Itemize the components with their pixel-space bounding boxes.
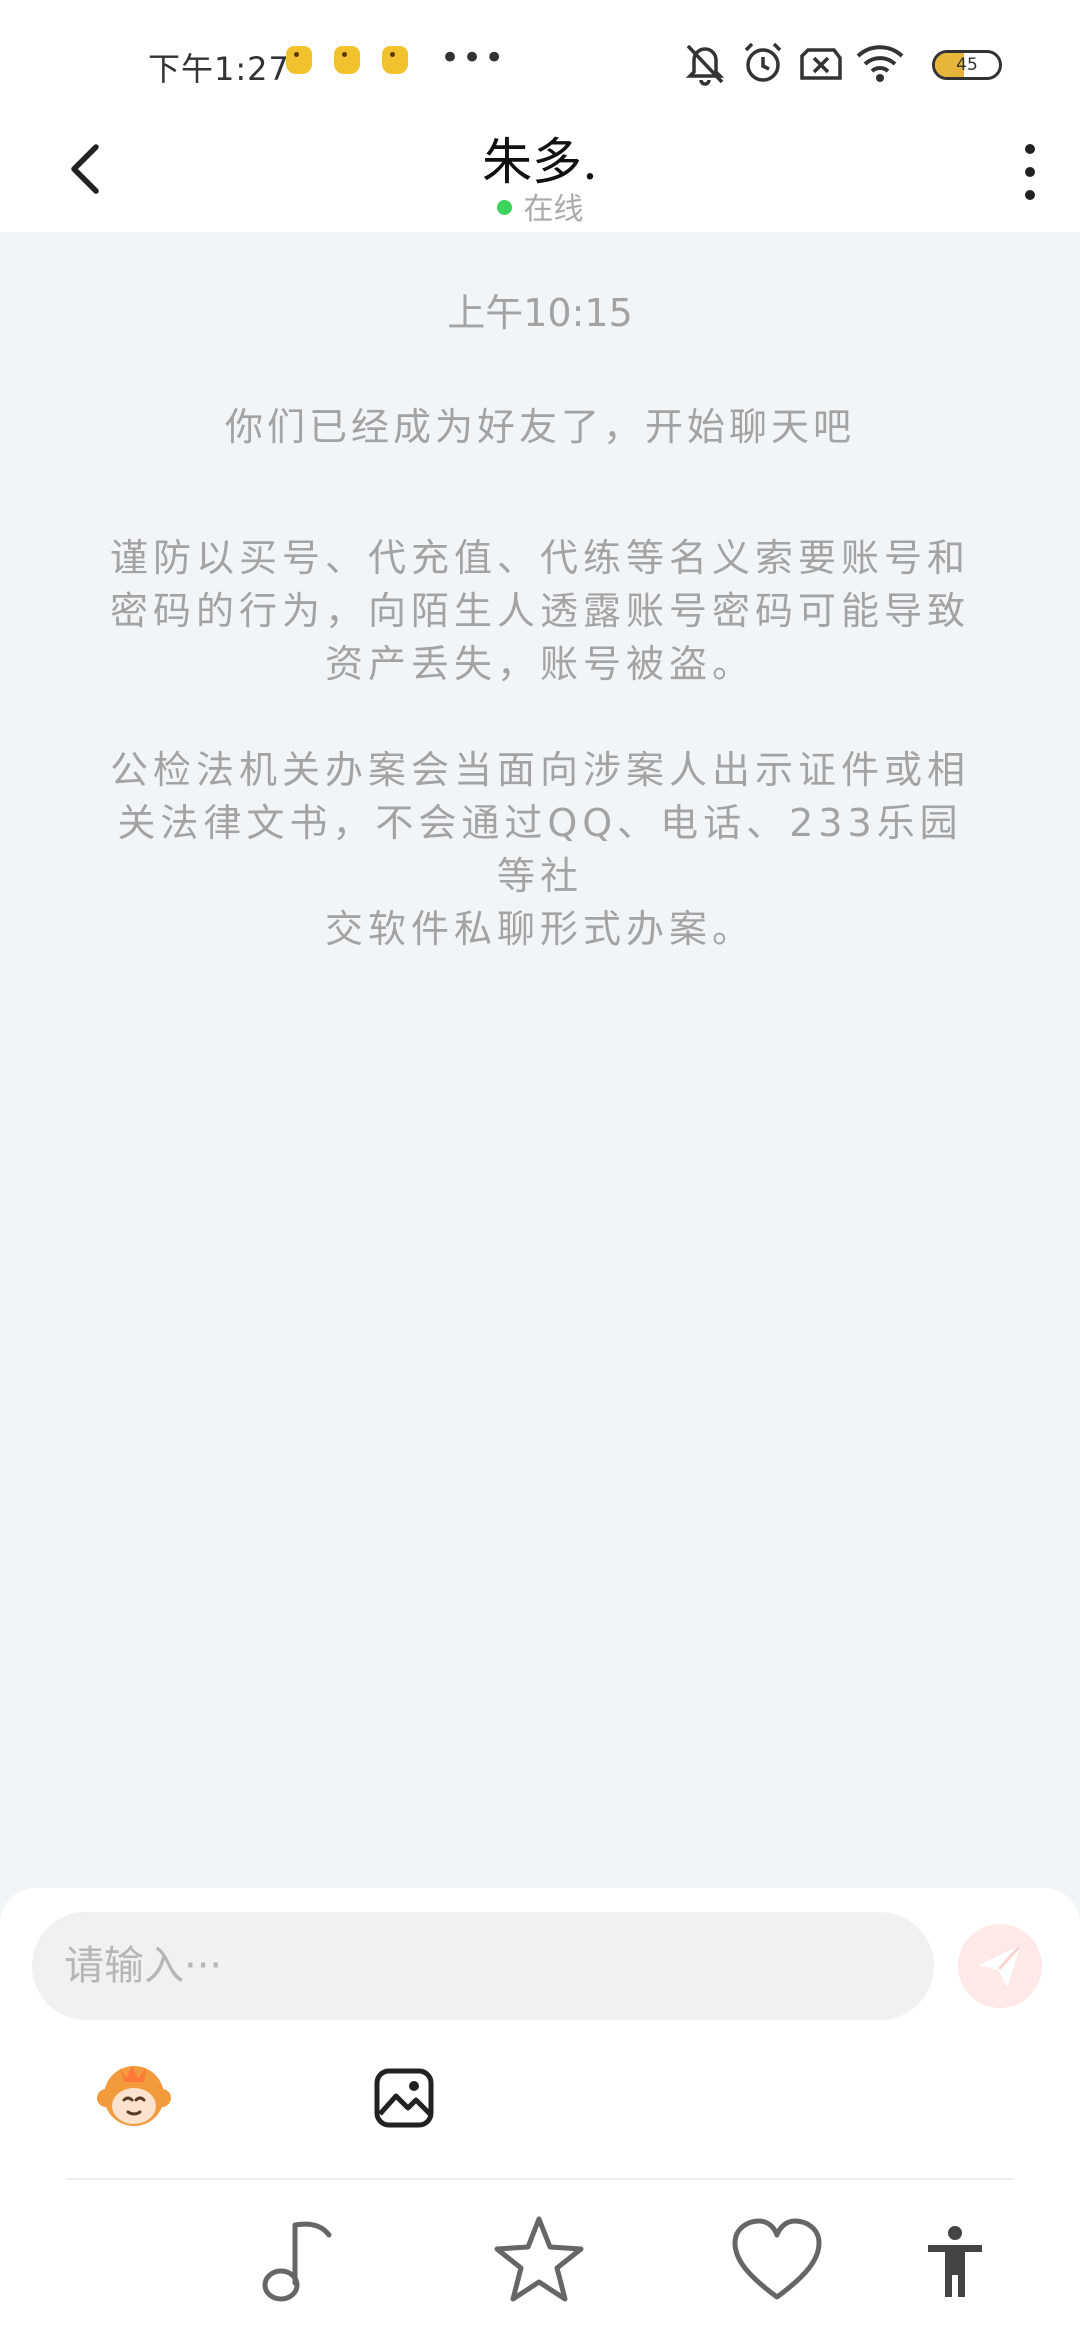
- alarm-icon: [744, 42, 782, 82]
- image-picker-button[interactable]: [364, 2058, 444, 2138]
- warning-line: 公检法机关办案会当面向涉案人出示证件或相: [109, 748, 970, 792]
- like-heart-button[interactable]: [722, 2206, 832, 2316]
- dnd-bell-off-icon: [685, 44, 725, 86]
- wifi-icon: [856, 45, 904, 82]
- status-time: 下午1:27: [148, 50, 290, 88]
- warning-line: 谨防以买号、代充值、代练等名义索要账号和: [109, 536, 970, 580]
- more-dot: [1025, 144, 1035, 154]
- star-icon: [494, 2216, 584, 2302]
- more-dot: [1025, 167, 1035, 177]
- send-button[interactable]: [958, 1924, 1042, 2008]
- music-button[interactable]: [244, 2206, 354, 2316]
- online-status-label: 在线: [523, 192, 584, 227]
- battery-level: 45: [956, 55, 978, 75]
- online-status: 在线: [0, 184, 1080, 228]
- monkey-face-icon: [97, 2066, 171, 2126]
- sim-x-icon: [800, 48, 842, 80]
- image-icon: [374, 2068, 434, 2128]
- status-bar: 下午1:27 ••• 45: [0, 0, 1080, 120]
- message-timestamp: 上午10:15: [447, 291, 633, 335]
- system-status-icons: 45: [680, 38, 1080, 88]
- accessibility-person-icon: [928, 2226, 982, 2297]
- warning-line: 交软件私聊形式办案。: [324, 907, 755, 951]
- notification-emoji-icon: [382, 46, 408, 74]
- input-panel: [0, 1888, 1080, 2340]
- music-note-icon: [262, 2221, 332, 2302]
- more-notifications-icon: •••: [440, 38, 507, 78]
- warning-line: 资产丢失，账号被盗。: [324, 642, 755, 686]
- warning-line: 关法律文书，不会通过QQ、电话、233乐园等社: [117, 801, 963, 898]
- paper-plane-icon: [980, 1945, 1021, 1986]
- emoji-sticker-button[interactable]: [94, 2058, 174, 2138]
- friend-added-notice: 你们已经成为好友了，开始聊天吧: [224, 405, 855, 449]
- favorite-star-button[interactable]: [484, 2206, 594, 2316]
- panel-divider: [66, 2178, 1014, 2180]
- chat-header: 朱多. 在线: [0, 120, 1080, 232]
- more-dot: [1025, 190, 1035, 200]
- more-options-button[interactable]: [1010, 140, 1050, 204]
- warning-line: 密码的行为，向陌生人透露账号密码可能导致: [109, 589, 970, 633]
- notification-emoji-icon: [334, 46, 360, 74]
- police-fraud-warning: 公检法机关办案会当面向涉案人出示证件或相 关法律文书，不会通过QQ、电话、233…: [96, 744, 984, 956]
- heart-icon: [732, 2218, 822, 2300]
- accessibility-button[interactable]: [900, 2206, 1010, 2316]
- online-dot-icon: [496, 200, 512, 215]
- notification-emoji-icon: [286, 46, 312, 74]
- account-safety-warning: 谨防以买号、代充值、代练等名义索要账号和 密码的行为，向陌生人透露账号密码可能导…: [96, 532, 984, 691]
- battery-icon: 45: [932, 50, 1002, 80]
- message-input[interactable]: [32, 1912, 934, 2020]
